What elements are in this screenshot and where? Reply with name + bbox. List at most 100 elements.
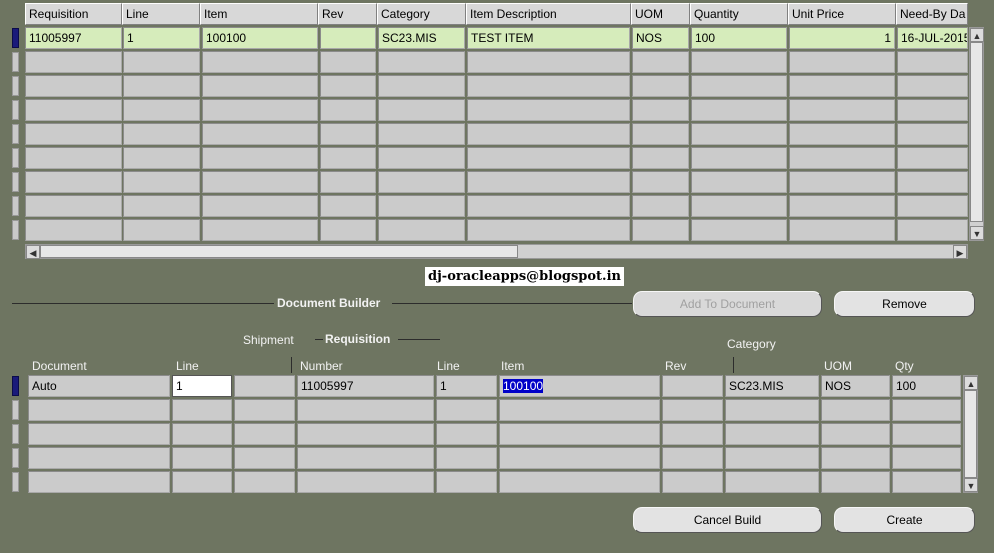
empty-cell[interactable] [202, 51, 318, 73]
empty-cell[interactable] [789, 171, 895, 193]
top-table-horizontal-scrollbar[interactable]: ◀ ▶ [25, 244, 968, 259]
empty-cell[interactable] [28, 399, 170, 421]
empty-cell[interactable] [123, 123, 200, 145]
row-indicator[interactable] [12, 220, 19, 240]
empty-cell[interactable] [691, 99, 787, 121]
empty-cell[interactable] [436, 471, 497, 493]
row-indicator[interactable] [12, 124, 19, 144]
empty-cell[interactable] [499, 471, 660, 493]
empty-cell[interactable] [378, 147, 465, 169]
empty-cell[interactable] [202, 147, 318, 169]
empty-cell[interactable] [172, 471, 232, 493]
scroll-down-arrow-icon[interactable]: ▼ [964, 478, 978, 492]
empty-cell[interactable] [821, 447, 890, 469]
empty-cell[interactable] [789, 99, 895, 121]
col-header-quantity[interactable]: Quantity [690, 3, 788, 25]
col-header-number[interactable]: Number [300, 359, 343, 373]
empty-cell[interactable] [499, 447, 660, 469]
empty-cell[interactable] [378, 99, 465, 121]
empty-cell[interactable] [897, 147, 968, 169]
empty-cell[interactable] [25, 99, 122, 121]
row-indicator-active[interactable] [12, 28, 19, 48]
empty-cell[interactable] [202, 171, 318, 193]
empty-cell[interactable] [172, 399, 232, 421]
empty-cell[interactable] [297, 447, 434, 469]
empty-cell[interactable] [789, 51, 895, 73]
empty-cell[interactable] [725, 423, 819, 445]
empty-cell[interactable] [25, 147, 122, 169]
cell-unit-price[interactable]: 1 [789, 27, 895, 49]
empty-cell[interactable] [297, 423, 434, 445]
col-header-item[interactable]: Item [200, 3, 318, 25]
empty-cell[interactable] [123, 51, 200, 73]
cell-quantity[interactable]: 100 [691, 27, 787, 49]
empty-cell[interactable] [691, 195, 787, 217]
empty-cell[interactable] [320, 51, 376, 73]
empty-cell[interactable] [28, 423, 170, 445]
empty-cell[interactable] [691, 147, 787, 169]
empty-cell[interactable] [467, 123, 630, 145]
empty-cell[interactable] [320, 171, 376, 193]
scroll-thumb[interactable] [964, 390, 977, 478]
col-header-line[interactable]: Line [176, 359, 199, 373]
row-indicator[interactable] [12, 448, 19, 468]
empty-cell[interactable] [632, 99, 689, 121]
row-indicator[interactable] [12, 100, 19, 120]
scroll-thumb[interactable] [40, 245, 518, 258]
empty-cell[interactable] [320, 195, 376, 217]
scroll-down-arrow-icon[interactable]: ▼ [970, 226, 984, 240]
empty-cell[interactable] [467, 171, 630, 193]
empty-cell[interactable] [378, 171, 465, 193]
empty-cell[interactable] [123, 75, 200, 97]
empty-cell[interactable] [320, 99, 376, 121]
row-indicator[interactable] [12, 424, 19, 444]
empty-cell[interactable] [897, 123, 968, 145]
add-to-document-button[interactable]: Add To Document [633, 291, 822, 317]
cell-item-description[interactable]: TEST ITEM [467, 27, 630, 49]
empty-cell[interactable] [297, 471, 434, 493]
empty-cell[interactable] [378, 123, 465, 145]
empty-cell[interactable] [662, 447, 723, 469]
create-button[interactable]: Create [834, 507, 975, 533]
empty-cell[interactable] [821, 471, 890, 493]
empty-cell[interactable] [234, 399, 295, 421]
empty-cell[interactable] [25, 51, 122, 73]
empty-cell[interactable] [691, 171, 787, 193]
empty-cell[interactable] [897, 171, 968, 193]
empty-cell[interactable] [123, 99, 200, 121]
cancel-build-button[interactable]: Cancel Build [633, 507, 822, 533]
cell-rev[interactable] [320, 27, 376, 49]
empty-cell[interactable] [234, 447, 295, 469]
cell-need-by-date[interactable]: 16-JUL-2015 [897, 27, 968, 49]
empty-cell[interactable] [632, 75, 689, 97]
empty-cell[interactable] [892, 471, 961, 493]
empty-cell[interactable] [467, 99, 630, 121]
empty-cell[interactable] [320, 123, 376, 145]
empty-cell[interactable] [320, 219, 376, 241]
cell-line-input[interactable]: 1 [172, 375, 232, 397]
empty-cell[interactable] [202, 123, 318, 145]
empty-cell[interactable] [691, 219, 787, 241]
empty-cell[interactable] [467, 75, 630, 97]
col-header-unit-price[interactable]: Unit Price [788, 3, 896, 25]
empty-cell[interactable] [897, 195, 968, 217]
col-header-category[interactable]: Category [377, 3, 466, 25]
scroll-right-arrow-icon[interactable]: ▶ [953, 245, 967, 259]
empty-cell[interactable] [467, 195, 630, 217]
empty-cell[interactable] [892, 423, 961, 445]
empty-cell[interactable] [632, 147, 689, 169]
bottom-table-vertical-scrollbar[interactable]: ▲ ▼ [963, 375, 978, 493]
empty-cell[interactable] [25, 195, 122, 217]
empty-cell[interactable] [172, 423, 232, 445]
remove-button[interactable]: Remove [834, 291, 975, 317]
empty-cell[interactable] [467, 147, 630, 169]
empty-cell[interactable] [662, 471, 723, 493]
top-table-vertical-scrollbar[interactable]: ▲ ▼ [969, 27, 984, 241]
col-header-need-by-date[interactable]: Need-By Da [896, 3, 968, 25]
scroll-up-arrow-icon[interactable]: ▲ [964, 376, 978, 390]
cell-item[interactable]: 100100 [499, 375, 660, 397]
empty-cell[interactable] [25, 171, 122, 193]
row-indicator[interactable] [12, 172, 19, 192]
col-header-qty[interactable]: Qty [895, 359, 914, 373]
empty-cell[interactable] [467, 219, 630, 241]
